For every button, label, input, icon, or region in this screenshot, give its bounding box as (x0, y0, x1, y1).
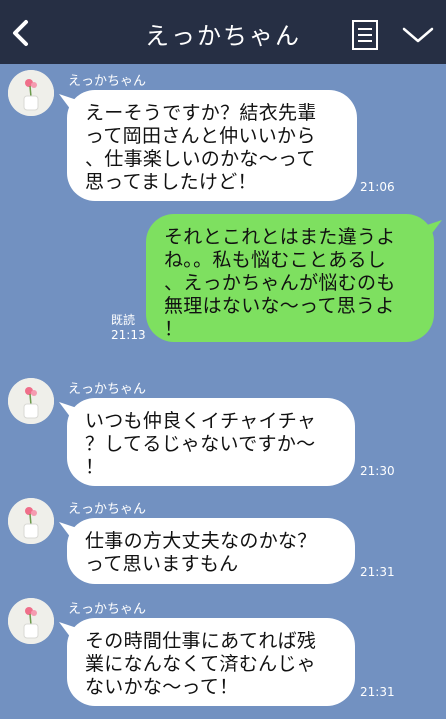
message-bubble[interactable]: 仕事の方大丈夫なのかな？ って思いますもん (67, 518, 355, 584)
message-time: 21:31 (360, 685, 395, 699)
chat-header: えっかちゃん (0, 0, 446, 64)
message-time: 21:30 (360, 464, 395, 478)
avatar[interactable] (8, 70, 54, 116)
sender-name: えっかちゃん (68, 602, 147, 617)
message-time: 21:31 (360, 565, 395, 579)
sender-name: えっかちゃん (68, 382, 147, 397)
message-time: 21:13 (111, 328, 146, 342)
avatar[interactable] (8, 498, 54, 544)
message-bubble[interactable]: その時間仕事にあてれば残 業になんなくて済むんじゃ ないかな～って！ (67, 618, 355, 706)
flower-vase-icon (8, 598, 54, 644)
list-icon (352, 20, 378, 50)
avatar[interactable] (8, 378, 54, 424)
avatar[interactable] (8, 598, 54, 644)
sender-name: えっかちゃん (68, 502, 147, 517)
sender-name: えっかちゃん (68, 74, 147, 89)
flower-vase-icon (8, 378, 54, 424)
message-bubble[interactable]: それとこれとはまた違うよ ね。。私も悩むことあるし 、えっかちゃんが悩むのも 無… (146, 214, 434, 342)
chat-area[interactable]: えっかちゃん えーそうですか？結衣先輩 って岡田さんと仲いいから 、仕事楽しいの… (0, 64, 446, 719)
message-time: 21:06 (360, 180, 395, 194)
read-receipt: 既読 (111, 313, 136, 327)
chevron-down-icon (402, 27, 434, 43)
message-bubble[interactable]: いつも仲良くイチャイチャ ？してるじゃないですか～ ！ (67, 398, 355, 486)
message-bubble[interactable]: えーそうですか？結衣先輩 って岡田さんと仲いいから 、仕事楽しいのかな～って 思… (67, 90, 357, 201)
flower-vase-icon (8, 498, 54, 544)
menu-button[interactable] (350, 18, 380, 52)
dropdown-button[interactable] (400, 22, 436, 48)
flower-vase-icon (8, 70, 54, 116)
